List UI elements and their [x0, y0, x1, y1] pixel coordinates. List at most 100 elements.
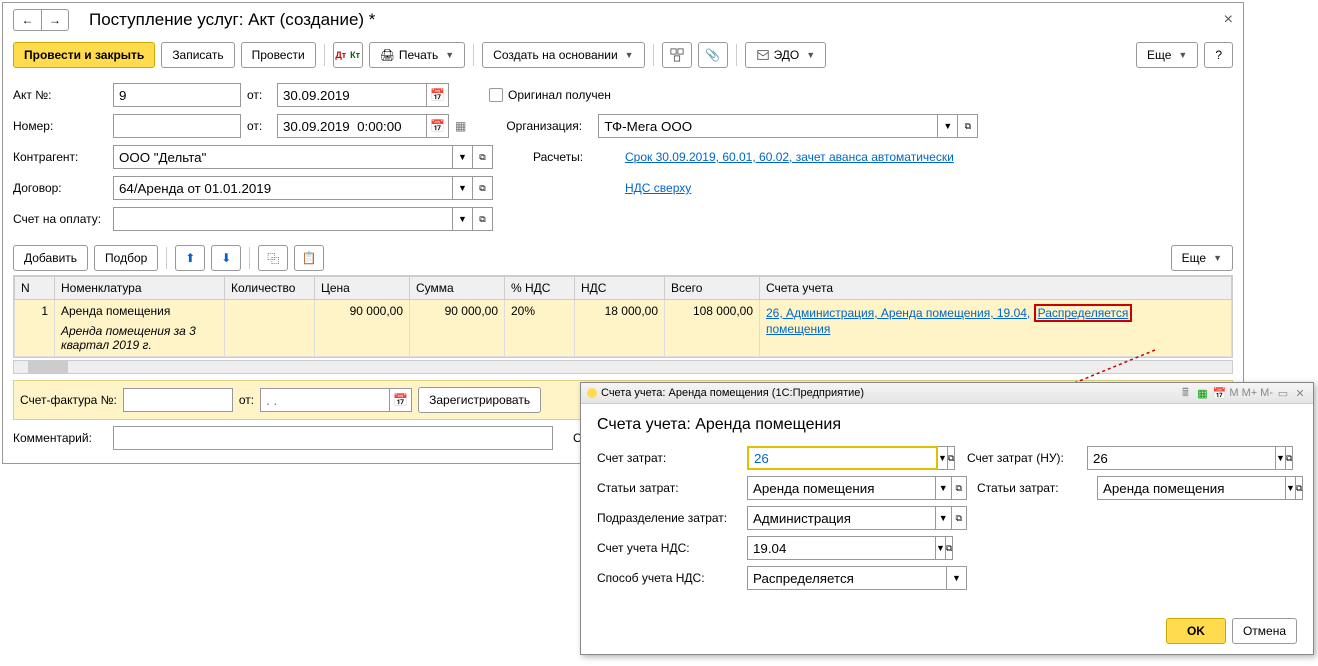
cost-items-input[interactable]	[747, 476, 936, 500]
dropdown-button[interactable]: ▼	[936, 536, 946, 560]
cost-items2-input[interactable]	[1097, 476, 1286, 500]
chevron-down-icon: ▼	[445, 50, 454, 60]
minimize-icon[interactable]: ▭	[1276, 386, 1290, 400]
table-more-button[interactable]: Еще ▼	[1171, 245, 1233, 271]
dropdown-button[interactable]: ▼	[453, 207, 473, 231]
org-label: Организация:	[506, 119, 598, 133]
table-toolbar: Добавить Подбор ⬆ ⬇ ⿻ 📋 Еще ▼	[3, 241, 1243, 275]
dropdown-button[interactable]: ▼	[938, 446, 948, 470]
act-date-input[interactable]	[277, 83, 427, 107]
col-accounts[interactable]: Счета учета	[760, 277, 1232, 300]
tool-icon[interactable]: ▦	[1195, 386, 1209, 400]
distributed-highlight: Распределяется	[1034, 304, 1133, 322]
col-nomenclature[interactable]: Номенклатура	[55, 277, 225, 300]
table-row[interactable]: 1 Аренда помещения Аренда помещения за 3…	[15, 300, 1232, 357]
post-and-close-button[interactable]: Провести и закрыть	[13, 42, 155, 68]
open-button[interactable]: ⧉	[473, 145, 493, 169]
calendar-icon[interactable]: 📅	[1212, 386, 1226, 400]
open-button[interactable]: ⧉	[952, 476, 968, 500]
open-button[interactable]: ⧉	[473, 176, 493, 200]
number-input[interactable]	[113, 114, 241, 138]
print-button[interactable]: 🖨 Печать ▼	[369, 42, 465, 68]
dropdown-button[interactable]: ▼	[938, 114, 958, 138]
copy-button[interactable]: ⿻	[258, 245, 288, 271]
invoice-input[interactable]	[113, 207, 453, 231]
items-table: N Номенклатура Количество Цена Сумма % Н…	[13, 275, 1233, 358]
dropdown-button[interactable]: ▼	[453, 176, 473, 200]
cell-vat-pct: 20%	[505, 300, 575, 357]
nav-back-button[interactable]: ←	[13, 9, 41, 31]
extra-icon[interactable]: ▦	[455, 119, 466, 133]
number-date-input[interactable]	[277, 114, 427, 138]
open-button[interactable]: ⧉	[946, 536, 953, 560]
vat-mode-input[interactable]	[747, 566, 947, 590]
mem-mminus[interactable]: M-	[1260, 387, 1273, 399]
nav-forward-button[interactable]: →	[41, 9, 69, 31]
cell-accounts[interactable]: 26, Администрация, Аренда помещения, 19.…	[760, 300, 1232, 357]
col-total[interactable]: Всего	[665, 277, 760, 300]
calendar-icon[interactable]: 📅	[427, 83, 449, 107]
related-docs-button[interactable]	[662, 42, 692, 68]
col-n[interactable]: N	[15, 277, 55, 300]
dropdown-button[interactable]: ▼	[936, 476, 952, 500]
mem-mplus[interactable]: M+	[1242, 387, 1258, 399]
open-button[interactable]: ⧉	[1296, 476, 1303, 500]
paperclip-icon: 📎	[705, 48, 720, 62]
create-based-button[interactable]: Создать на основании ▼	[482, 42, 644, 68]
dropdown-button[interactable]: ▼	[1286, 476, 1296, 500]
open-button[interactable]: ⧉	[1286, 446, 1293, 470]
open-button[interactable]: ⧉	[948, 446, 955, 470]
tool-icon[interactable]: 🖩	[1178, 386, 1192, 400]
col-price[interactable]: Цена	[315, 277, 410, 300]
scroll-thumb[interactable]	[28, 361, 68, 373]
settlements-link[interactable]: Срок 30.09.2019, 60.01, 60.02, зачет ава…	[625, 150, 954, 164]
add-row-button[interactable]: Добавить	[13, 245, 88, 271]
sf-date-input[interactable]	[260, 388, 390, 412]
open-button[interactable]: ⧉	[473, 207, 493, 231]
copy-icon: ⿻	[267, 250, 279, 267]
edo-button[interactable]: ЭДО ▼	[745, 42, 827, 68]
help-button[interactable]: ?	[1204, 42, 1233, 68]
contract-input[interactable]	[113, 176, 453, 200]
more-button[interactable]: Еще ▼	[1136, 42, 1198, 68]
open-button[interactable]: ⧉	[958, 114, 978, 138]
vat-account-input[interactable]	[747, 536, 936, 560]
open-button[interactable]: ⧉	[952, 506, 968, 530]
dropdown-button[interactable]: ▼	[453, 145, 473, 169]
col-vat-pct[interactable]: % НДС	[505, 277, 575, 300]
org-input[interactable]	[598, 114, 938, 138]
calendar-icon[interactable]: 📅	[427, 114, 449, 138]
original-received-checkbox[interactable]: Оригинал получен	[489, 88, 611, 102]
dtkt-button[interactable]: ДтКт	[333, 42, 363, 68]
register-button[interactable]: Зарегистрировать	[418, 387, 541, 413]
comment-input[interactable]	[113, 426, 553, 450]
col-sum[interactable]: Сумма	[410, 277, 505, 300]
attachment-button[interactable]: 📎	[698, 42, 728, 68]
dropdown-button[interactable]: ▼	[947, 566, 967, 590]
ok-button[interactable]: OK	[1166, 618, 1226, 644]
cancel-button[interactable]: Отмена	[1232, 618, 1297, 644]
horizontal-scrollbar[interactable]	[13, 360, 1233, 374]
select-button[interactable]: Подбор	[94, 245, 158, 271]
contragent-input[interactable]	[113, 145, 453, 169]
post-button[interactable]: Провести	[241, 42, 316, 68]
col-qty[interactable]: Количество	[225, 277, 315, 300]
dropdown-button[interactable]: ▼	[936, 506, 952, 530]
cost-account-nu-input[interactable]	[1087, 446, 1276, 470]
col-vat[interactable]: НДС	[575, 277, 665, 300]
vat-mode-link[interactable]: НДС сверху	[625, 181, 691, 195]
chevron-down-icon: ▼	[806, 50, 815, 60]
calendar-icon[interactable]: 📅	[390, 388, 412, 412]
close-icon[interactable]: ✕	[1293, 386, 1307, 400]
sf-number-input[interactable]	[123, 388, 233, 412]
act-no-input[interactable]	[113, 83, 241, 107]
cost-account-input[interactable]	[747, 446, 938, 470]
write-button[interactable]: Записать	[161, 42, 234, 68]
move-up-button[interactable]: ⬆	[175, 245, 205, 271]
dropdown-button[interactable]: ▼	[1276, 446, 1286, 470]
close-icon[interactable]: ×	[1224, 11, 1233, 29]
paste-button[interactable]: 📋	[294, 245, 324, 271]
mem-m[interactable]: M	[1229, 387, 1238, 399]
move-down-button[interactable]: ⬇	[211, 245, 241, 271]
dept-input[interactable]	[747, 506, 936, 530]
